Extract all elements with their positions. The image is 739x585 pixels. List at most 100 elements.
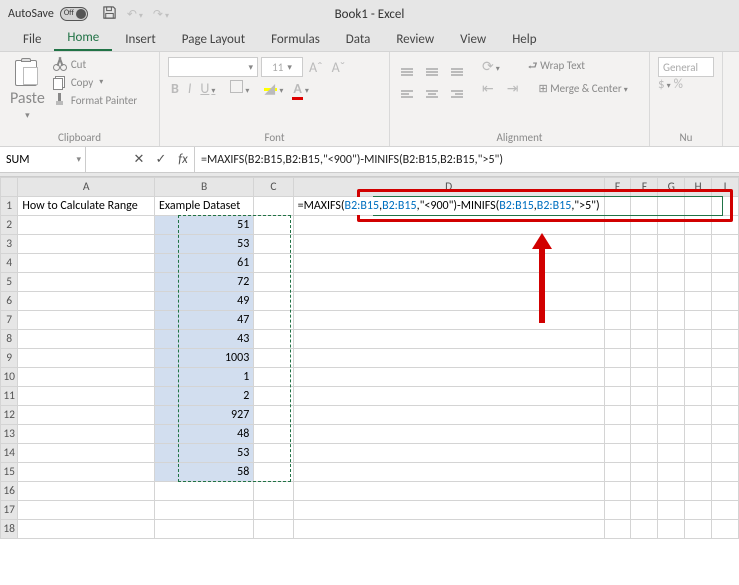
cell[interactable] xyxy=(18,254,155,273)
cell[interactable] xyxy=(293,501,604,520)
cell[interactable] xyxy=(658,425,685,444)
cell[interactable] xyxy=(18,501,155,520)
cell[interactable] xyxy=(604,406,631,425)
cell[interactable]: =MAXIFS(B2:B15,B2:B15,"<900")-MINIFS(B2:… xyxy=(293,197,604,216)
align-left-button[interactable] xyxy=(398,79,416,98)
row-header[interactable]: 14 xyxy=(1,444,18,463)
italic-button[interactable]: I xyxy=(185,80,195,97)
select-all-corner[interactable] xyxy=(1,178,18,197)
row-header[interactable]: 6 xyxy=(1,292,18,311)
cell[interactable] xyxy=(685,368,712,387)
cell[interactable] xyxy=(712,482,739,501)
cell[interactable] xyxy=(631,425,658,444)
decrease-font-icon[interactable]: Aˇ xyxy=(329,59,349,76)
cell[interactable] xyxy=(712,463,739,482)
toggle-off-icon[interactable]: Off xyxy=(60,7,88,21)
cell[interactable] xyxy=(685,292,712,311)
col-header[interactable]: C xyxy=(254,178,293,197)
cell[interactable] xyxy=(18,444,155,463)
cell[interactable] xyxy=(631,406,658,425)
cell[interactable] xyxy=(254,387,293,406)
cell[interactable] xyxy=(712,368,739,387)
cell[interactable] xyxy=(604,501,631,520)
enter-button[interactable]: ✓ xyxy=(150,152,172,167)
cell[interactable] xyxy=(155,482,254,501)
format-painter-button[interactable]: Format Painter xyxy=(53,93,137,107)
row-header[interactable]: 18 xyxy=(1,520,18,539)
cell[interactable] xyxy=(155,501,254,520)
cell[interactable] xyxy=(685,254,712,273)
cell[interactable] xyxy=(631,254,658,273)
cell[interactable] xyxy=(254,482,293,501)
cell[interactable]: 61 xyxy=(155,254,254,273)
cell[interactable] xyxy=(254,349,293,368)
cell[interactable] xyxy=(604,273,631,292)
cell[interactable] xyxy=(631,501,658,520)
cell[interactable] xyxy=(658,349,685,368)
cell[interactable] xyxy=(631,482,658,501)
cell[interactable]: 47 xyxy=(155,311,254,330)
name-box[interactable]: ▾ xyxy=(0,147,86,172)
cell[interactable] xyxy=(293,292,604,311)
number-format-select[interactable]: General xyxy=(658,57,714,77)
cell[interactable] xyxy=(293,273,604,292)
cell[interactable]: 2 xyxy=(155,387,254,406)
cell[interactable] xyxy=(18,387,155,406)
cell[interactable]: 58 xyxy=(155,463,254,482)
tab-home[interactable]: Home xyxy=(54,26,112,51)
cell[interactable] xyxy=(18,463,155,482)
tab-review[interactable]: Review xyxy=(383,28,447,51)
cell[interactable] xyxy=(685,311,712,330)
cell[interactable] xyxy=(631,349,658,368)
tab-help[interactable]: Help xyxy=(499,28,549,51)
cell[interactable] xyxy=(631,273,658,292)
cell[interactable] xyxy=(712,330,739,349)
cell[interactable] xyxy=(712,235,739,254)
cut-button[interactable]: Cut xyxy=(53,57,137,71)
cell[interactable] xyxy=(685,406,712,425)
cell[interactable]: Example Dataset xyxy=(155,197,254,216)
accounting-button[interactable]: $▾ xyxy=(658,77,671,92)
font-color-button[interactable]: A▾ xyxy=(289,80,312,97)
cell[interactable]: 1 xyxy=(155,368,254,387)
cell[interactable] xyxy=(631,463,658,482)
cell[interactable]: 43 xyxy=(155,330,254,349)
align-middle-button[interactable] xyxy=(423,57,441,76)
cell[interactable] xyxy=(631,444,658,463)
row-header[interactable]: 5 xyxy=(1,273,18,292)
cell[interactable] xyxy=(293,406,604,425)
row-header[interactable]: 4 xyxy=(1,254,18,273)
cell[interactable]: 53 xyxy=(155,444,254,463)
cell[interactable] xyxy=(604,482,631,501)
cell[interactable] xyxy=(658,482,685,501)
tab-file[interactable]: File xyxy=(10,28,54,51)
cell[interactable]: 927 xyxy=(155,406,254,425)
cell[interactable] xyxy=(18,292,155,311)
cell[interactable] xyxy=(631,520,658,539)
cell[interactable] xyxy=(604,520,631,539)
cell[interactable] xyxy=(658,520,685,539)
cell[interactable] xyxy=(685,501,712,520)
underline-button[interactable]: U▾ xyxy=(197,80,218,97)
align-right-button[interactable] xyxy=(448,79,466,98)
cell[interactable] xyxy=(658,463,685,482)
cell[interactable] xyxy=(254,368,293,387)
cell[interactable] xyxy=(254,273,293,292)
cell[interactable] xyxy=(293,254,604,273)
row-header[interactable]: 3 xyxy=(1,235,18,254)
cell[interactable] xyxy=(712,273,739,292)
undo-icon[interactable]: ↶▾ xyxy=(127,7,143,22)
cell[interactable] xyxy=(658,330,685,349)
cell[interactable] xyxy=(604,368,631,387)
formula-input[interactable]: =MAXIFS(B2:B15,B2:B15,"<900")-MINIFS(B2:… xyxy=(195,147,739,172)
cell[interactable] xyxy=(685,349,712,368)
cell[interactable] xyxy=(712,311,739,330)
row-header[interactable]: 17 xyxy=(1,501,18,520)
cell[interactable] xyxy=(18,216,155,235)
cell[interactable] xyxy=(18,425,155,444)
cell[interactable] xyxy=(604,349,631,368)
paste-button[interactable]: Paste ▾ xyxy=(8,57,47,123)
tab-page-layout[interactable]: Page Layout xyxy=(169,28,258,51)
cell[interactable] xyxy=(604,425,631,444)
cell[interactable] xyxy=(685,330,712,349)
